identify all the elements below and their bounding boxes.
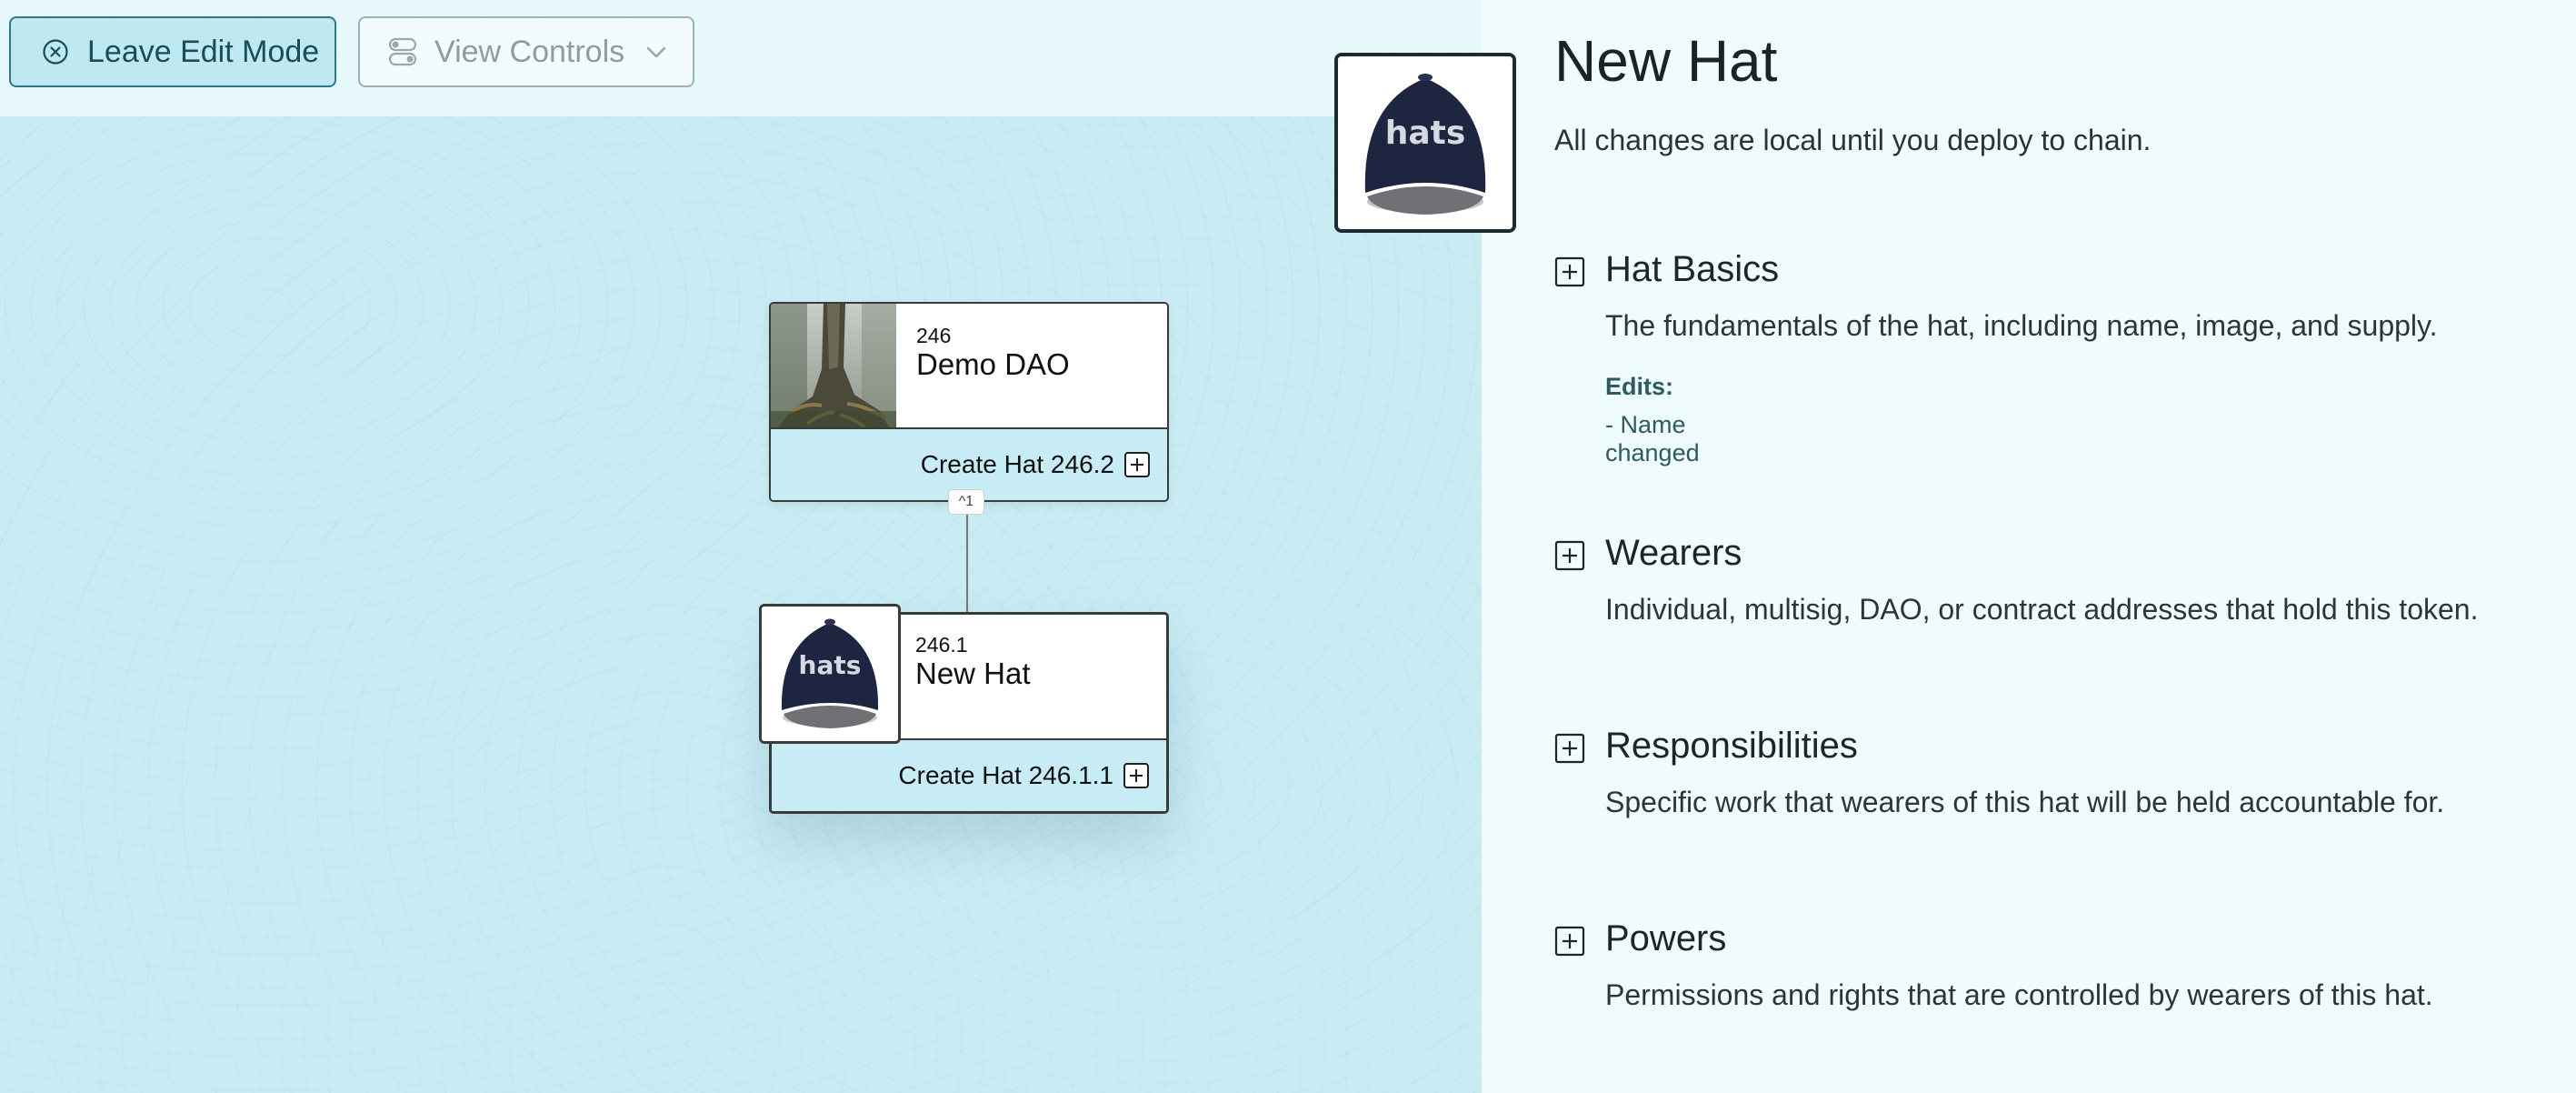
create-hat-label: Create Hat 246.2 bbox=[920, 450, 1114, 478]
close-circle-icon bbox=[43, 39, 68, 65]
plus-square-icon bbox=[1124, 452, 1150, 477]
section-title[interactable]: Wearers bbox=[1605, 533, 1742, 574]
hat-card-header[interactable]: 246 Demo DAO bbox=[771, 304, 1167, 429]
hat-card-demo-dao[interactable]: 246 Demo DAO Create Hat 246.2 bbox=[769, 302, 1169, 502]
section-description: Specific work that wearers of this hat w… bbox=[1605, 786, 2445, 818]
leave-edit-mode-button[interactable]: Leave Edit Mode bbox=[9, 16, 336, 87]
hat-card-new-hat[interactable]: hats 246.1 New Hat Create Hat 246.1.1 bbox=[759, 604, 1169, 814]
create-hat-label: Create Hat 246.1.1 bbox=[898, 761, 1113, 789]
section-title[interactable]: Powers bbox=[1605, 918, 1726, 959]
leave-edit-mode-label: Leave Edit Mode bbox=[87, 34, 320, 69]
hat-id: 246 bbox=[916, 324, 952, 347]
tree-connector-line bbox=[966, 500, 968, 614]
tree-canvas[interactable]: Leave Edit Mode View Controls 246 Demo D… bbox=[0, 0, 1482, 1093]
edit-item: - Name changed bbox=[1605, 411, 1700, 466]
panel-subtitle: All changes are local until you deploy t… bbox=[1554, 124, 2152, 156]
toggle-switches-icon bbox=[388, 37, 417, 66]
section-description: Permissions and rights that are controll… bbox=[1605, 978, 2433, 1011]
expand-plus-icon[interactable] bbox=[1554, 733, 1585, 764]
hat-image[interactable]: hats bbox=[1334, 53, 1516, 233]
panel-title: New Hat bbox=[1554, 28, 1778, 94]
child-count-badge[interactable]: ^1 bbox=[948, 489, 984, 515]
section-title[interactable]: Hat Basics bbox=[1605, 249, 1779, 290]
section-title[interactable]: Responsibilities bbox=[1605, 726, 1858, 767]
hat-detail-panel: New Hat All changes are local until you … bbox=[1482, 0, 2576, 1093]
create-hat-button[interactable]: Create Hat 246.1.1 bbox=[772, 740, 1166, 811]
hat-logo-text: hats bbox=[799, 650, 862, 680]
hat-id: 246.1 bbox=[915, 633, 968, 657]
section-description: The fundamentals of the hat, including n… bbox=[1605, 309, 2438, 342]
hat-name: New Hat bbox=[915, 657, 1031, 690]
tree-image bbox=[771, 304, 896, 427]
expand-plus-icon[interactable] bbox=[1554, 256, 1585, 287]
view-controls-label: View Controls bbox=[434, 34, 625, 69]
hat-name: Demo DAO bbox=[916, 347, 1070, 381]
section-description: Individual, multisig, DAO, or contract a… bbox=[1605, 593, 2479, 626]
view-controls-button[interactable]: View Controls bbox=[358, 16, 694, 87]
chevron-down-icon bbox=[646, 46, 666, 58]
edits-label: Edits: bbox=[1605, 373, 1674, 400]
hat-card-header[interactable]: hats 246.1 New Hat bbox=[759, 604, 1166, 744]
hat-logo-text: hats bbox=[1385, 115, 1466, 152]
expand-plus-icon[interactable] bbox=[1554, 926, 1585, 957]
canvas-toolbar: Leave Edit Mode View Controls bbox=[0, 0, 1482, 116]
expand-plus-icon[interactable] bbox=[1554, 540, 1585, 571]
hat-cap-image: hats bbox=[759, 604, 901, 744]
plus-square-icon bbox=[1123, 763, 1149, 788]
